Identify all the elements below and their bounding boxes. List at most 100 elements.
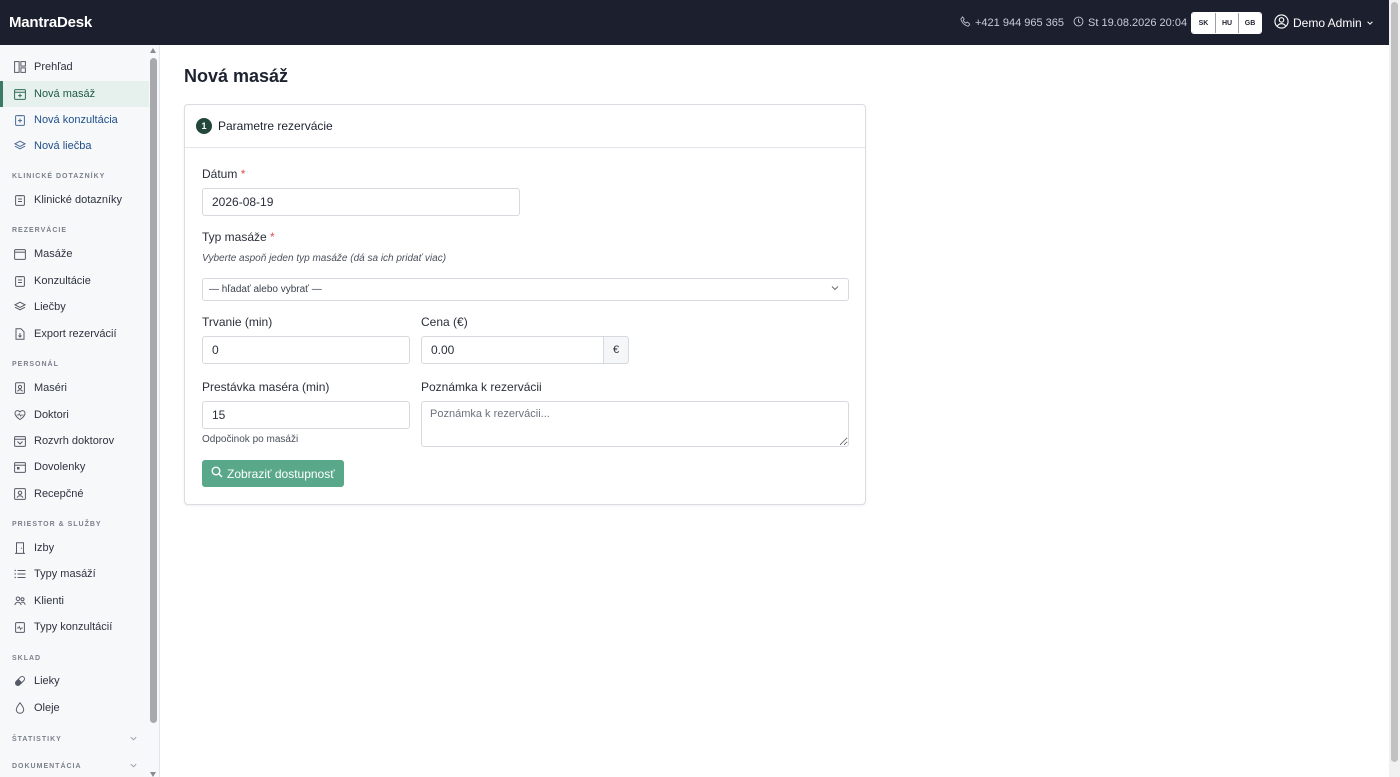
sidebar-item-klinicke-dotazniky[interactable]: Klinické dotazníky: [0, 187, 149, 213]
sidebar-item-izby[interactable]: Izby: [0, 535, 149, 561]
calendar-plus-icon: [14, 88, 26, 100]
sidebar-item-label: Klinické dotazníky: [34, 194, 123, 206]
show-availability-label: Zobraziť dostupnosť: [227, 466, 335, 481]
sidebar-item-label: Maséri: [34, 382, 68, 394]
capsule-icon: [14, 675, 26, 687]
sidebar-item-label: Recepčné: [34, 488, 84, 500]
step-title: Parametre rezervácie: [218, 119, 333, 133]
section-reservations: REZERVÁCIE: [12, 227, 67, 234]
clipboard-plus-icon: [14, 114, 26, 126]
heart-pulse-icon: [14, 409, 26, 421]
sidebar-item-masaze[interactable]: Masáže: [0, 241, 149, 267]
duration-input[interactable]: 0: [202, 336, 410, 364]
person-badge-icon: [14, 382, 26, 394]
sidebar-item-label: Izby: [34, 542, 55, 554]
massage-type-select[interactable]: — hľadať alebo vybrať —: [202, 278, 849, 301]
sidebar-item-nova-liecba[interactable]: Nová liečba: [0, 133, 149, 159]
phone-icon: [960, 16, 971, 30]
section-stock: SKLAD: [12, 655, 42, 662]
lang-gb-button[interactable]: GB: [1238, 13, 1261, 33]
clipboard-icon: [14, 194, 26, 206]
sidebar-item-label: Klienti: [34, 595, 64, 607]
sidebar-item-typy-konzultacii[interactable]: Typy konzultácií: [0, 614, 149, 640]
sidebar-item-liecby[interactable]: Liečby: [0, 294, 149, 320]
sidebar-item-recepcne[interactable]: Recepčné: [0, 481, 149, 507]
calendar-week-icon: [14, 435, 26, 447]
lang-hu-button[interactable]: HU: [1215, 13, 1238, 33]
droplet-icon: [14, 702, 26, 714]
sidebar-item-label: Liečby: [34, 301, 66, 313]
page-scrollbar[interactable]: [1389, 0, 1400, 777]
sidebar-item-maseri[interactable]: Maséri: [0, 375, 149, 401]
card-header: 1 Parametre rezervácie: [185, 105, 865, 148]
section-docs-label: DOKUMENTÁCIA: [12, 763, 82, 770]
brand-logo[interactable]: MantraDesk: [9, 14, 92, 31]
user-name: Demo Admin: [1293, 16, 1362, 30]
section-space: PRIESTOR & SLUŽBY: [12, 521, 102, 528]
user-menu[interactable]: Demo Admin: [1274, 14, 1374, 32]
price-input[interactable]: 0.00: [421, 336, 604, 364]
sidebar-scrollbar[interactable]: [149, 45, 159, 777]
sidebar-item-label: Nová liečba: [34, 140, 92, 152]
lang-sk-button[interactable]: SK: [1192, 13, 1215, 33]
phone-number: +421 944 965 365: [975, 17, 1065, 29]
sidebar-item-doktori[interactable]: Doktori: [0, 402, 149, 428]
search-icon: [211, 466, 223, 481]
sidebar-item-nova-konzultacia[interactable]: Nová konzultácia: [0, 107, 149, 133]
chevron-down-icon: [129, 761, 138, 772]
person-square-icon: [14, 488, 26, 500]
sidebar-item-label: Doktori: [34, 409, 69, 421]
dashboard-icon: [14, 61, 26, 73]
reservation-card: 1 Parametre rezervácie Dátum * 2026-08-1…: [184, 104, 866, 505]
top-bar: MantraDesk +421 944 965 365 St 19.08.202…: [0, 0, 1389, 45]
massage-type-label: Typ masáže *: [202, 230, 275, 244]
clock-icon: [1073, 16, 1084, 30]
sidebar-item-lieky[interactable]: Lieky: [0, 668, 149, 694]
step-badge: 1: [196, 118, 212, 134]
sidebar-item-oleje[interactable]: Oleje: [0, 695, 149, 721]
phone-info: +421 944 965 365: [960, 16, 1064, 30]
sidebar-item-label: Typy masáží: [34, 568, 96, 580]
massage-type-hint: Vyberte aspoň jeden typ masáže (dá sa ic…: [202, 253, 447, 264]
sidebar-item-label: Nová masáž: [34, 88, 96, 100]
sidebar-item-label: Rozvrh doktorov: [34, 435, 115, 447]
section-stats-label: ŠTATISTIKY: [12, 736, 62, 743]
current-datetime: St 19.08.2026 20:04: [1088, 17, 1188, 29]
price-label: Cena (€): [421, 315, 468, 329]
sidebar: Prehľad Nová masáž Nová konzultácia Nová…: [0, 45, 160, 777]
note-textarea[interactable]: [421, 401, 849, 447]
sidebar-item-dovolenky[interactable]: Dovolenky: [0, 454, 149, 480]
calendar-icon: [14, 248, 26, 260]
sidebar-item-rozvrh-doktorov[interactable]: Rozvrh doktorov: [0, 428, 149, 454]
user-avatar-icon: [1274, 14, 1289, 32]
chevron-down-icon: [1366, 16, 1374, 30]
sidebar-item-nova-masaz[interactable]: Nová masáž: [0, 81, 149, 107]
sidebar-item-prehlad[interactable]: Prehľad: [0, 54, 149, 80]
people-icon: [14, 595, 26, 607]
currency-addon: €: [604, 336, 629, 364]
section-staff: PERSONÁL: [12, 361, 59, 368]
break-label: Prestávka maséra (min): [202, 380, 330, 394]
break-input[interactable]: 15: [202, 401, 410, 429]
sidebar-item-konzultacie[interactable]: Konzultácie: [0, 268, 149, 294]
section-stats-toggle[interactable]: ŠTATISTIKY: [12, 734, 138, 745]
break-help-text: Odpočinok po masáži: [202, 434, 299, 445]
clipboard-pulse-icon: [14, 621, 26, 633]
section-docs-toggle[interactable]: DOKUMENTÁCIA: [12, 761, 138, 772]
calendar-event-icon: [14, 461, 26, 473]
layers-icon: [14, 301, 26, 313]
clipboard-icon: [14, 275, 26, 287]
date-input[interactable]: 2026-08-19: [202, 188, 520, 216]
page-title: Nová masáž: [184, 66, 289, 86]
note-label: Poznámka k rezervácii: [421, 380, 542, 394]
sidebar-item-label: Oleje: [34, 702, 60, 714]
massage-type-placeholder: — hľadať alebo vybrať —: [209, 284, 322, 295]
sidebar-item-klienti[interactable]: Klienti: [0, 588, 149, 614]
sidebar-item-typy-masazi[interactable]: Typy masáží: [0, 561, 149, 587]
sidebar-item-export-rezervacii[interactable]: Export rezervácií: [0, 321, 149, 347]
sidebar-item-label: Masáže: [34, 248, 73, 260]
sidebar-item-label: Prehľad: [34, 61, 73, 73]
sidebar-item-label: Konzultácie: [34, 275, 91, 287]
show-availability-button[interactable]: Zobraziť dostupnosť: [202, 460, 344, 487]
date-label: Dátum *: [202, 167, 246, 181]
